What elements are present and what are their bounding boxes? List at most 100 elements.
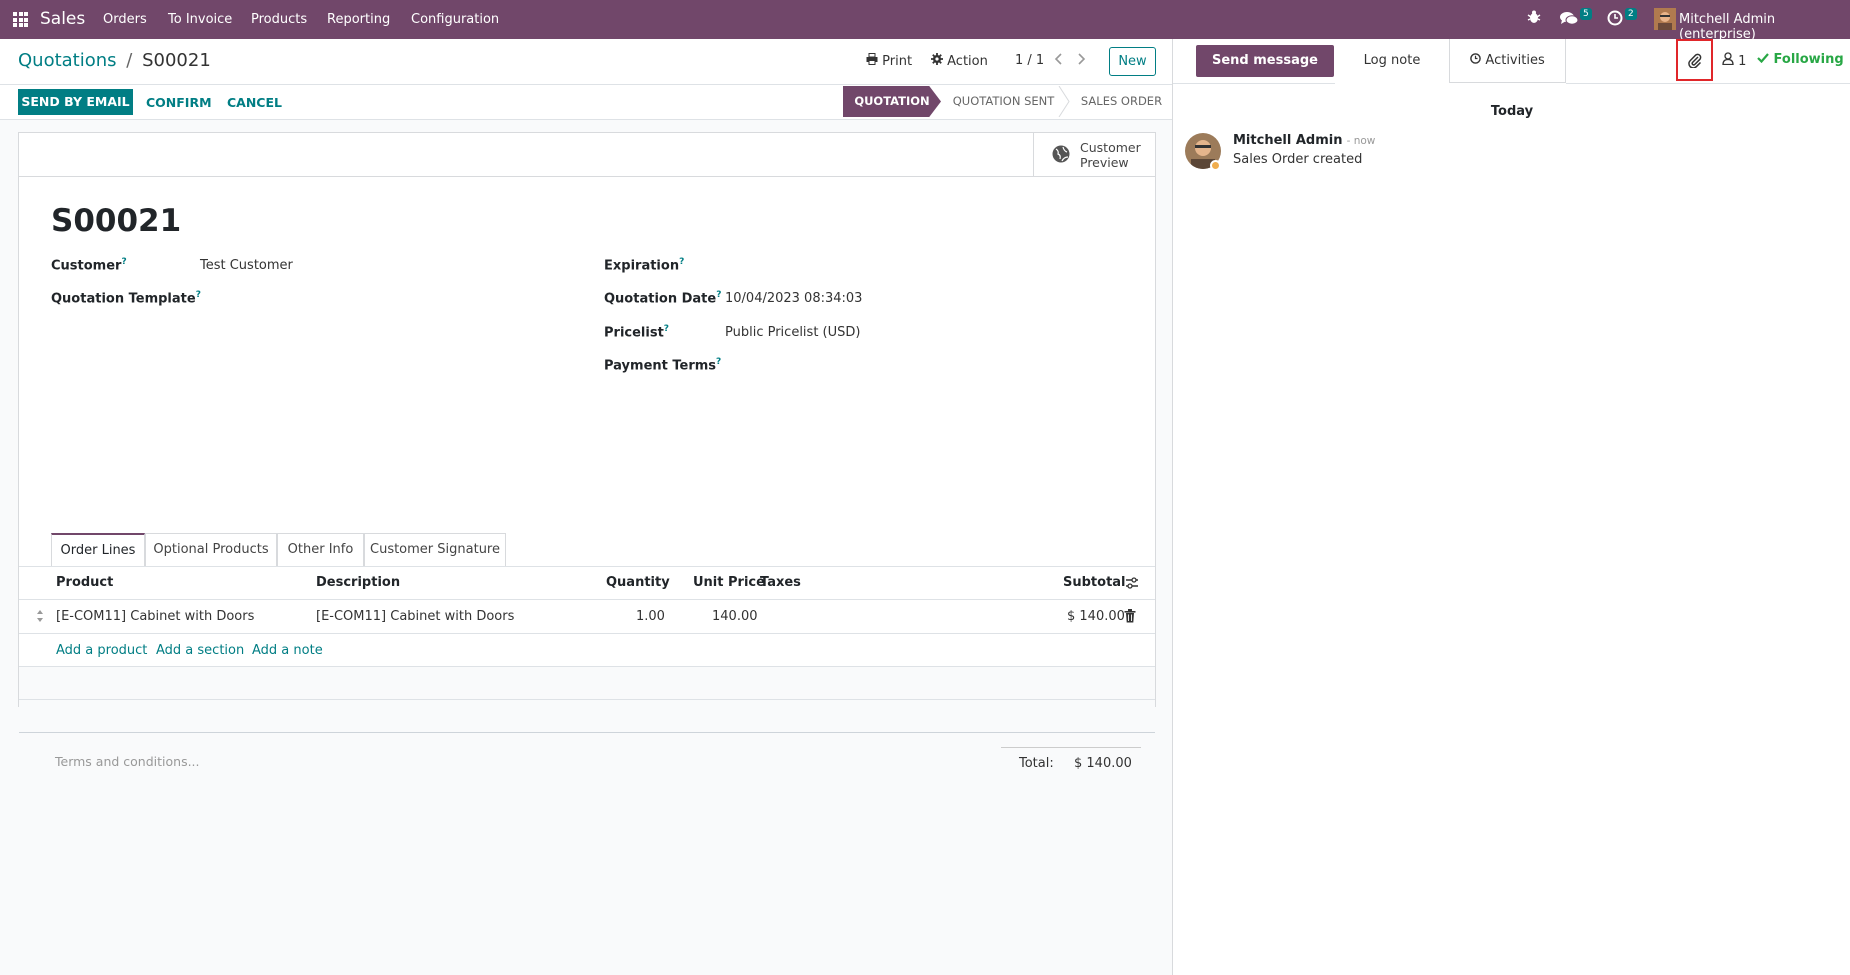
debug-bug-icon[interactable] bbox=[1526, 9, 1542, 29]
pricelist-field[interactable]: Public Pricelist (USD) bbox=[725, 325, 860, 340]
message-time: - now bbox=[1346, 135, 1376, 147]
app-name[interactable]: Sales bbox=[40, 9, 85, 29]
clock-icon bbox=[1470, 53, 1482, 68]
total-label: Total: bbox=[1019, 756, 1054, 771]
send-message-button[interactable]: Send message bbox=[1196, 45, 1334, 77]
tab-optional-products[interactable]: Optional Products bbox=[145, 533, 277, 566]
add-product-link[interactable]: Add a product bbox=[56, 643, 147, 658]
column-header-quantity[interactable]: Quantity bbox=[606, 575, 670, 590]
statusbar-divider bbox=[0, 119, 1173, 120]
row-description[interactable]: [E-COM11] Cabinet with Doors bbox=[316, 609, 514, 624]
menu-reporting[interactable]: Reporting bbox=[327, 12, 390, 27]
breadcrumb-current: S00021 bbox=[142, 50, 211, 71]
empty-row bbox=[19, 667, 1155, 699]
activities-label: Activities bbox=[1485, 53, 1545, 68]
total-value: $ 140.00 bbox=[1074, 756, 1132, 771]
customer-label: Customer? bbox=[51, 257, 127, 274]
trash-icon[interactable] bbox=[1124, 609, 1136, 627]
messages-count-badge: 5 bbox=[1580, 8, 1592, 20]
quotation-date-field[interactable]: 10/04/2023 08:34:03 bbox=[725, 291, 862, 306]
row-product[interactable]: [E-COM11] Cabinet with Doors bbox=[56, 609, 254, 624]
tab-customer-signature[interactable]: Customer Signature bbox=[364, 533, 506, 566]
terms-and-conditions-input[interactable]: Terms and conditions... bbox=[55, 754, 200, 769]
gear-icon bbox=[931, 53, 947, 69]
total-divider bbox=[1001, 747, 1141, 748]
record-title: S00021 bbox=[51, 203, 182, 239]
table-footer-divider bbox=[19, 732, 1155, 733]
pricelist-label: Pricelist? bbox=[604, 324, 670, 341]
payment-terms-field[interactable] bbox=[725, 353, 1125, 375]
breadcrumb-quotations-link[interactable]: Quotations bbox=[18, 50, 117, 71]
customer-preview-label-line1: Customer bbox=[1080, 140, 1141, 155]
column-header-product[interactable]: Product bbox=[56, 575, 113, 590]
menu-orders[interactable]: Orders bbox=[103, 12, 147, 27]
pager-value[interactable]: 1 / 1 bbox=[1015, 53, 1044, 68]
control-panel-divider bbox=[0, 84, 1173, 85]
drag-handle-icon[interactable] bbox=[36, 609, 44, 627]
paperclip-icon bbox=[1687, 52, 1703, 72]
messages-icon[interactable] bbox=[1559, 10, 1579, 31]
quotation-template-label: Quotation Template? bbox=[51, 290, 201, 307]
globe-icon bbox=[1052, 145, 1070, 167]
new-button[interactable]: New bbox=[1109, 47, 1156, 76]
action-label: Action bbox=[947, 54, 988, 69]
customer-preview-label-line2: Preview bbox=[1080, 155, 1129, 170]
quotation-template-field[interactable] bbox=[200, 285, 550, 307]
table-row[interactable]: [E-COM11] Cabinet with Doors [E-COM11] C… bbox=[19, 600, 1155, 633]
app-menu-grid-icon[interactable] bbox=[13, 12, 28, 27]
breadcrumb-separator: / bbox=[126, 50, 133, 71]
column-header-unit-price[interactable]: Unit Price bbox=[693, 575, 765, 590]
followers-button[interactable]: 1 bbox=[1722, 52, 1746, 69]
following-button[interactable]: Following bbox=[1757, 52, 1844, 67]
print-label: Print bbox=[882, 54, 913, 69]
stage-quotation[interactable]: QUOTATION bbox=[843, 86, 941, 117]
stage-quotation-sent[interactable]: QUOTATION SENT bbox=[941, 86, 1066, 117]
customer-preview-button[interactable]: Customer Preview bbox=[1033, 133, 1155, 177]
expiration-field[interactable] bbox=[725, 253, 1125, 275]
stage-sales-order[interactable]: SALES ORDER bbox=[1070, 86, 1173, 117]
row-unit-price[interactable]: 140.00 bbox=[712, 609, 758, 624]
add-section-link[interactable]: Add a section bbox=[156, 643, 244, 658]
check-icon bbox=[1757, 52, 1769, 67]
followers-count: 1 bbox=[1738, 54, 1747, 69]
menu-products[interactable]: Products bbox=[251, 12, 307, 27]
message-body: Sales Order created bbox=[1233, 152, 1363, 167]
pager-next-icon[interactable] bbox=[1076, 52, 1086, 70]
top-navbar: Sales Orders To Invoice Products Reporti… bbox=[0, 0, 1850, 42]
payment-terms-label: Payment Terms? bbox=[604, 357, 722, 374]
send-by-email-button[interactable]: SEND BY EMAIL bbox=[18, 89, 133, 115]
add-note-link[interactable]: Add a note bbox=[252, 643, 323, 658]
tab-order-lines[interactable]: Order Lines bbox=[51, 533, 145, 566]
tab-other-info[interactable]: Other Info bbox=[277, 533, 364, 566]
cancel-button[interactable]: CANCEL bbox=[227, 95, 282, 110]
column-header-description[interactable]: Description bbox=[316, 575, 400, 590]
tabs-divider bbox=[19, 566, 1155, 567]
action-button[interactable]: Action bbox=[931, 53, 988, 69]
breadcrumb: Quotations / S00021 bbox=[18, 50, 211, 71]
chatter-topbar-divider bbox=[1566, 83, 1850, 84]
pager-previous-icon[interactable] bbox=[1054, 52, 1064, 70]
following-label: Following bbox=[1773, 52, 1844, 67]
expiration-label: Expiration? bbox=[604, 257, 685, 274]
optional-columns-toggle-icon[interactable] bbox=[1125, 576, 1139, 594]
attachment-button[interactable] bbox=[1676, 39, 1713, 81]
activities-button[interactable]: Activities bbox=[1450, 39, 1566, 83]
customer-field[interactable]: Test Customer bbox=[200, 258, 293, 273]
print-button[interactable]: Print bbox=[866, 53, 912, 69]
user-name[interactable]: Mitchell Admin (enterprise) bbox=[1679, 12, 1850, 42]
column-header-subtotal[interactable]: Subtotal bbox=[1063, 575, 1126, 590]
stage-separator-icon bbox=[1058, 85, 1070, 121]
activities-clock-icon[interactable] bbox=[1607, 10, 1623, 30]
confirm-button[interactable]: CONFIRM bbox=[146, 95, 212, 110]
menu-to-invoice[interactable]: To Invoice bbox=[168, 12, 232, 27]
row-subtotal: $ 140.00 bbox=[1067, 609, 1125, 624]
message-author[interactable]: Mitchell Admin bbox=[1233, 133, 1342, 148]
empty-row bbox=[19, 700, 1155, 732]
row-divider bbox=[19, 633, 1155, 634]
log-note-button[interactable]: Log note bbox=[1335, 39, 1450, 83]
user-avatar[interactable] bbox=[1654, 8, 1676, 30]
menu-configuration[interactable]: Configuration bbox=[411, 12, 499, 27]
row-quantity[interactable]: 1.00 bbox=[636, 609, 665, 624]
column-header-taxes[interactable]: Taxes bbox=[760, 575, 801, 590]
presence-status-icon bbox=[1210, 160, 1221, 171]
